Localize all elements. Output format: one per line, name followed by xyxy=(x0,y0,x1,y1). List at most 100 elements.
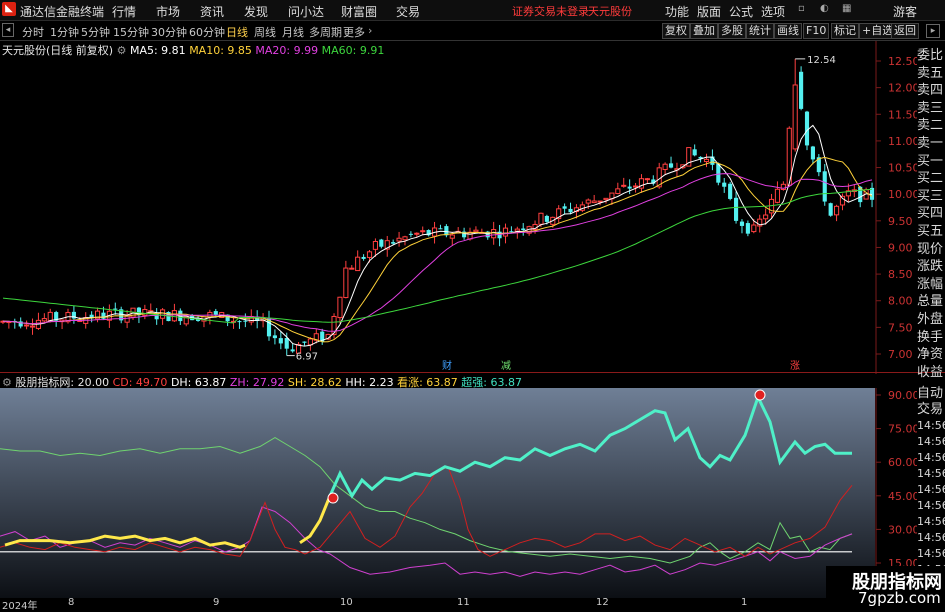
mark-button[interactable]: 标记 xyxy=(831,23,859,39)
period-60min[interactable]: 60分钟 xyxy=(189,24,225,40)
candle-body xyxy=(101,312,106,319)
candle-body xyxy=(467,231,473,240)
candle-body xyxy=(237,321,242,323)
period-weekly[interactable]: 周线 xyxy=(254,24,276,40)
trade-side-panel: 自动交易14:5614:5614:5614:5614:5614:5614:561… xyxy=(917,383,945,597)
side-label: 卖二 xyxy=(917,118,944,134)
chart-title: 天元股份(日线 前复权) xyxy=(2,44,114,57)
menu-function[interactable]: 功能 xyxy=(665,3,689,20)
candle-body xyxy=(307,338,313,346)
candle-body xyxy=(361,256,366,259)
menu-market[interactable]: 市场 xyxy=(156,3,180,20)
period-1min[interactable]: 1分钟 xyxy=(50,24,79,40)
side-label: 买五 xyxy=(917,224,944,239)
y-tick-label: 9.50 xyxy=(888,215,913,228)
ma5-label: MA5: 9.81 xyxy=(129,44,186,57)
y-tick-label: 11.50 xyxy=(888,108,917,121)
chevron-right-icon[interactable]: › xyxy=(368,24,372,37)
side-label: 买三 xyxy=(917,188,944,204)
guest-label[interactable]: 游客 xyxy=(893,3,917,20)
menu-layout[interactable]: 版面 xyxy=(697,3,721,20)
period-15min[interactable]: 15分钟 xyxy=(113,24,149,40)
candle-body xyxy=(502,227,509,237)
side-label: 现价 xyxy=(917,241,944,257)
multi-stock-button[interactable]: 多股 xyxy=(718,23,746,39)
period-monthly[interactable]: 月线 xyxy=(282,24,304,40)
candle-body xyxy=(420,230,426,233)
candle-body xyxy=(728,183,733,199)
ind-y-tick-label: 75.00 xyxy=(888,423,917,436)
side-label: 卖四 xyxy=(917,83,944,99)
low-label: 6.97 xyxy=(296,352,318,363)
side-label: 买一 xyxy=(917,153,944,169)
menu-discover[interactable]: 发现 xyxy=(244,3,268,20)
menu-ask-xiaoda[interactable]: 问小达 xyxy=(288,3,324,20)
event-marker: 减 xyxy=(501,360,511,372)
time-label-sep: 9 xyxy=(213,597,220,608)
candle-body xyxy=(538,212,544,225)
ma10-label: MA10: 9.85 xyxy=(189,44,252,57)
candle-body xyxy=(621,184,627,187)
side-label: 买二 xyxy=(917,171,944,187)
period-30min[interactable]: 30分钟 xyxy=(151,24,187,40)
candle-body xyxy=(379,239,384,247)
draw-line-button[interactable]: 画线 xyxy=(774,23,802,39)
candle-body xyxy=(284,338,289,349)
menu-wealth-circle[interactable]: 财富圈 xyxy=(341,3,377,20)
candle-body xyxy=(514,228,520,232)
candle-body xyxy=(343,267,349,299)
side-label: 外盘 xyxy=(917,312,944,327)
period-5min[interactable]: 5分钟 xyxy=(81,24,110,40)
period-multi[interactable]: 多周期 xyxy=(309,24,342,40)
side-label: 买四 xyxy=(917,206,944,222)
menu-formula[interactable]: 公式 xyxy=(729,3,753,20)
candle-body xyxy=(24,324,30,327)
signal-dot-icon xyxy=(754,389,766,401)
period-daily[interactable]: 日线 xyxy=(226,24,248,40)
skin-icon[interactable]: ◐ xyxy=(820,4,830,14)
period-more[interactable]: 更多 xyxy=(343,24,365,40)
grid-icon[interactable]: ▦ xyxy=(842,4,852,14)
candle-body xyxy=(733,197,739,221)
menu-trade[interactable]: 交易 xyxy=(396,3,420,20)
candle-body xyxy=(366,251,373,258)
candle-body xyxy=(473,229,479,233)
candle-body xyxy=(391,242,396,244)
candle-body xyxy=(568,208,573,213)
candle-body xyxy=(142,309,148,316)
candlestick-chart[interactable]: 12.50 12.00 11.50 11.00 10.50 10.00 9.50 9.00 8.… xyxy=(0,41,917,374)
watermark-url: 7gpzb.com xyxy=(858,589,941,607)
candle-body xyxy=(272,335,277,339)
expand-icon[interactable]: ▸ xyxy=(926,24,940,38)
candle-body xyxy=(509,231,514,233)
ind-y-tick-label: 60.00 xyxy=(888,456,917,469)
back-button[interactable]: 返回 xyxy=(891,23,919,39)
overlay-button[interactable]: 叠加 xyxy=(690,23,718,39)
candle-body xyxy=(774,188,781,203)
period-intraday[interactable]: 分时 xyxy=(22,24,44,40)
time-label-aug: 8 xyxy=(68,597,75,608)
ma20-label: MA20: 9.99 xyxy=(255,44,319,57)
f10-button[interactable]: F10 xyxy=(803,23,830,39)
candle-body xyxy=(751,224,757,233)
stats-button[interactable]: 统计 xyxy=(746,23,774,39)
side-label: 收益 xyxy=(917,364,944,380)
candle-body xyxy=(763,214,769,220)
adjust-button[interactable]: 复权 xyxy=(662,23,690,39)
menu-market-quotes[interactable]: 行情 xyxy=(112,3,136,20)
login-warning[interactable]: 证券交易未登录 xyxy=(512,3,589,19)
indicator-chart[interactable]: 90.0075.0060.0045.0030.0015.00 xyxy=(0,388,917,598)
tile-icon[interactable]: ▫ xyxy=(798,4,808,14)
time-label-nov: 11 xyxy=(457,597,470,608)
menu-options[interactable]: 选项 xyxy=(761,3,785,20)
settings-icon[interactable]: ⚙ xyxy=(117,44,127,57)
menu-news[interactable]: 资讯 xyxy=(200,3,224,20)
time-label-jan: 1 xyxy=(741,597,748,608)
collapse-icon[interactable]: ◂ xyxy=(2,23,14,37)
ind-y-tick-label: 90.00 xyxy=(888,389,917,402)
y-tick-label: 11.00 xyxy=(888,135,917,148)
candle-body xyxy=(29,325,36,328)
candle-body xyxy=(591,200,597,204)
time-label-oct: 10 xyxy=(340,597,353,608)
candle-body xyxy=(585,199,591,204)
